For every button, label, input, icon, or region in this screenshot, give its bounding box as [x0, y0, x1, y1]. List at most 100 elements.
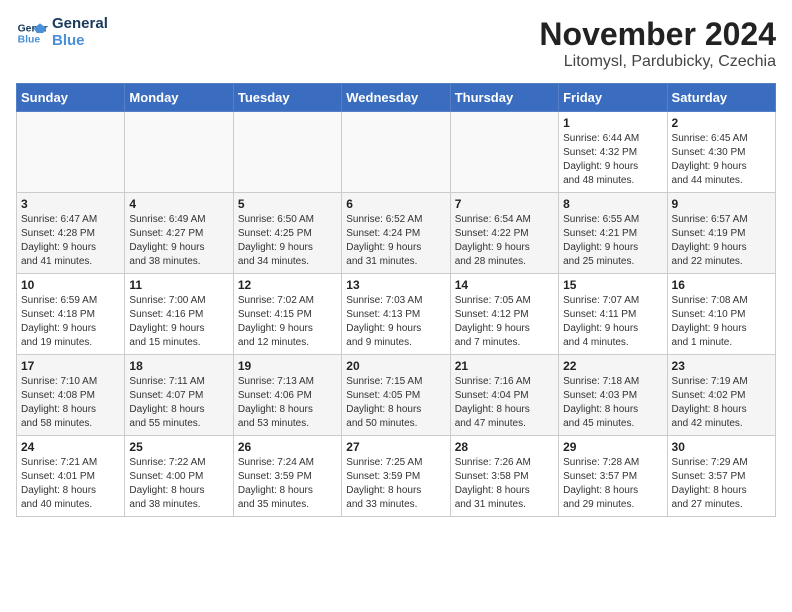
day-info: Sunrise: 7:28 AM Sunset: 3:57 PM Dayligh… — [563, 456, 662, 512]
day-number: 9 — [672, 197, 771, 211]
day-number: 29 — [563, 440, 662, 454]
svg-text:Blue: Blue — [18, 34, 41, 45]
calendar-cell: 7Sunrise: 6:54 AM Sunset: 4:22 PM Daylig… — [450, 193, 558, 274]
day-number: 30 — [672, 440, 771, 454]
day-number: 22 — [563, 359, 662, 373]
day-number: 3 — [21, 197, 120, 211]
calendar-cell: 26 Sunrise: 7:24 AM Sunset: 3:59 PM Dayli… — [233, 436, 341, 517]
day-info: Sunrise: 6:49 AM Sunset: 4:27 PM Dayligh… — [129, 213, 228, 269]
calendar-cell: 20 Sunrise: 7:15 AM Sunset: 4:05 PM Dayli… — [342, 355, 450, 436]
calendar-cell — [342, 112, 450, 193]
day-number: 28 — [455, 440, 554, 454]
day-info: Sunrise: 6:54 AM Sunset: 4:22 PM Dayligh… — [455, 213, 554, 269]
day-info: Sunrise: 7:10 AM Sunset: 4:08 PM Dayligh… — [21, 375, 120, 431]
calendar-cell — [125, 112, 233, 193]
day-number: 11 — [129, 278, 228, 292]
day-number: 23 — [672, 359, 771, 373]
calendar-cell: 25 Sunrise: 7:22 AM Sunset: 4:00 PM Dayli… — [125, 436, 233, 517]
day-info: Sunrise: 6:52 AM Sunset: 4:24 PM Dayligh… — [346, 213, 445, 269]
day-header-sunday: Sunday — [17, 84, 125, 112]
calendar-week-1: 1 Sunrise: 6:44 AM Sunset: 4:32 PM Daylig… — [17, 112, 776, 193]
day-number: 1 — [563, 116, 662, 130]
day-info: Sunrise: 7:00 AM Sunset: 4:16 PM Dayligh… — [129, 294, 228, 350]
day-info: Sunrise: 7:03 AM Sunset: 4:13 PM Dayligh… — [346, 294, 445, 350]
calendar-cell: 5 Sunrise: 6:50 AM Sunset: 4:25 PM Daylig… — [233, 193, 341, 274]
calendar-cell: 11 Sunrise: 7:00 AM Sunset: 4:16 PM Dayli… — [125, 274, 233, 355]
day-info: Sunrise: 7:22 AM Sunset: 4:00 PM Dayligh… — [129, 456, 228, 512]
calendar-header-row: SundayMondayTuesdayWednesdayThursdayFrid… — [17, 84, 776, 112]
title-area: November 2024 Litomysl, Pardubicky, Czec… — [539, 16, 776, 71]
day-number: 12 — [238, 278, 337, 292]
day-number: 6 — [346, 197, 445, 211]
day-info: Sunrise: 7:11 AM Sunset: 4:07 PM Dayligh… — [129, 375, 228, 431]
calendar-cell: 15Sunrise: 7:07 AM Sunset: 4:11 PM Dayli… — [559, 274, 667, 355]
calendar-cell: 2 Sunrise: 6:45 AM Sunset: 4:30 PM Daylig… — [667, 112, 775, 193]
day-number: 8 — [563, 197, 662, 211]
day-info: Sunrise: 6:47 AM Sunset: 4:28 PM Dayligh… — [21, 213, 120, 269]
day-header-thursday: Thursday — [450, 84, 558, 112]
day-info: Sunrise: 6:55 AM Sunset: 4:21 PM Dayligh… — [563, 213, 662, 269]
day-number: 19 — [238, 359, 337, 373]
calendar-cell — [17, 112, 125, 193]
location-title: Litomysl, Pardubicky, Czechia — [539, 53, 776, 71]
logo: General Blue General Blue — [16, 16, 108, 49]
calendar-cell: 22Sunrise: 7:18 AM Sunset: 4:03 PM Dayli… — [559, 355, 667, 436]
calendar-cell: 4Sunrise: 6:49 AM Sunset: 4:27 PM Daylig… — [125, 193, 233, 274]
calendar-cell: 21 Sunrise: 7:16 AM Sunset: 4:04 PM Dayli… — [450, 355, 558, 436]
day-info: Sunrise: 7:05 AM Sunset: 4:12 PM Dayligh… — [455, 294, 554, 350]
day-info: Sunrise: 7:02 AM Sunset: 4:15 PM Dayligh… — [238, 294, 337, 350]
calendar-cell: 24 Sunrise: 7:21 AM Sunset: 4:01 PM Dayli… — [17, 436, 125, 517]
day-number: 14 — [455, 278, 554, 292]
day-number: 24 — [21, 440, 120, 454]
calendar-cell: 29 Sunrise: 7:28 AM Sunset: 3:57 PM Dayli… — [559, 436, 667, 517]
day-info: Sunrise: 6:44 AM Sunset: 4:32 PM Dayligh… — [563, 132, 662, 188]
day-number: 17 — [21, 359, 120, 373]
day-number: 21 — [455, 359, 554, 373]
calendar-table: SundayMondayTuesdayWednesdayThursdayFrid… — [16, 83, 776, 517]
calendar-body: 1 Sunrise: 6:44 AM Sunset: 4:32 PM Daylig… — [17, 112, 776, 517]
day-header-tuesday: Tuesday — [233, 84, 341, 112]
day-number: 10 — [21, 278, 120, 292]
day-info: Sunrise: 7:26 AM Sunset: 3:58 PM Dayligh… — [455, 456, 554, 512]
day-header-monday: Monday — [125, 84, 233, 112]
calendar-cell: 23 Sunrise: 7:19 AM Sunset: 4:02 PM Dayli… — [667, 355, 775, 436]
day-number: 20 — [346, 359, 445, 373]
day-info: Sunrise: 7:15 AM Sunset: 4:05 PM Dayligh… — [346, 375, 445, 431]
day-info: Sunrise: 7:08 AM Sunset: 4:10 PM Dayligh… — [672, 294, 771, 350]
day-info: Sunrise: 7:16 AM Sunset: 4:04 PM Dayligh… — [455, 375, 554, 431]
calendar-cell: 16 Sunrise: 7:08 AM Sunset: 4:10 PM Dayli… — [667, 274, 775, 355]
day-info: Sunrise: 6:45 AM Sunset: 4:30 PM Dayligh… — [672, 132, 771, 188]
day-number: 16 — [672, 278, 771, 292]
calendar-cell: 27 Sunrise: 7:25 AM Sunset: 3:59 PM Dayli… — [342, 436, 450, 517]
day-number: 26 — [238, 440, 337, 454]
day-number: 25 — [129, 440, 228, 454]
calendar-cell: 17 Sunrise: 7:10 AM Sunset: 4:08 PM Dayli… — [17, 355, 125, 436]
logo-blue: Blue — [52, 33, 108, 50]
calendar-cell: 19Sunrise: 7:13 AM Sunset: 4:06 PM Dayli… — [233, 355, 341, 436]
day-info: Sunrise: 7:25 AM Sunset: 3:59 PM Dayligh… — [346, 456, 445, 512]
calendar-cell — [450, 112, 558, 193]
day-info: Sunrise: 7:29 AM Sunset: 3:57 PM Dayligh… — [672, 456, 771, 512]
day-number: 27 — [346, 440, 445, 454]
calendar-cell — [233, 112, 341, 193]
day-info: Sunrise: 7:19 AM Sunset: 4:02 PM Dayligh… — [672, 375, 771, 431]
calendar-cell: 1 Sunrise: 6:44 AM Sunset: 4:32 PM Daylig… — [559, 112, 667, 193]
day-number: 5 — [238, 197, 337, 211]
day-info: Sunrise: 7:21 AM Sunset: 4:01 PM Dayligh… — [21, 456, 120, 512]
calendar-cell: 9 Sunrise: 6:57 AM Sunset: 4:19 PM Daylig… — [667, 193, 775, 274]
calendar-cell: 30 Sunrise: 7:29 AM Sunset: 3:57 PM Dayli… — [667, 436, 775, 517]
day-info: Sunrise: 6:57 AM Sunset: 4:19 PM Dayligh… — [672, 213, 771, 269]
calendar-week-4: 17 Sunrise: 7:10 AM Sunset: 4:08 PM Dayli… — [17, 355, 776, 436]
day-info: Sunrise: 6:50 AM Sunset: 4:25 PM Dayligh… — [238, 213, 337, 269]
calendar-week-5: 24 Sunrise: 7:21 AM Sunset: 4:01 PM Dayli… — [17, 436, 776, 517]
calendar-cell: 18Sunrise: 7:11 AM Sunset: 4:07 PM Dayli… — [125, 355, 233, 436]
day-header-friday: Friday — [559, 84, 667, 112]
day-info: Sunrise: 7:24 AM Sunset: 3:59 PM Dayligh… — [238, 456, 337, 512]
calendar-cell: 14 Sunrise: 7:05 AM Sunset: 4:12 PM Dayli… — [450, 274, 558, 355]
calendar-cell: 12 Sunrise: 7:02 AM Sunset: 4:15 PM Dayli… — [233, 274, 341, 355]
logo-icon: General Blue — [16, 17, 48, 49]
day-number: 15 — [563, 278, 662, 292]
day-number: 2 — [672, 116, 771, 130]
logo-general: General — [52, 16, 108, 33]
day-header-wednesday: Wednesday — [342, 84, 450, 112]
